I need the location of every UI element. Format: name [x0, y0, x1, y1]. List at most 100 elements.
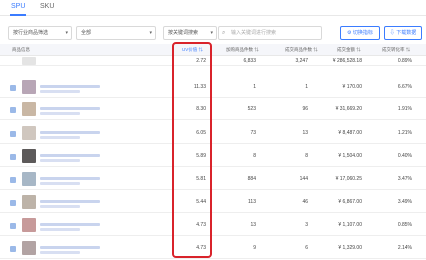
uv-value-highlight-box [172, 42, 212, 258]
conversion-cell: 0.40% [397, 153, 412, 159]
col-product: 商品信息 [12, 47, 30, 52]
active-tab-indicator [10, 14, 26, 16]
switch-metrics-button[interactable]: ⚙ 切换指标 [340, 26, 380, 40]
table-row[interactable]: 6.05 73 13 ¥ 8,487.00 1.21% [0, 122, 426, 144]
col-gmv[interactable]: 成交金额 ⇅ [337, 47, 361, 53]
cart-count-cell: 13 [250, 222, 256, 228]
product-subtitle-redacted [40, 159, 80, 162]
sort-icon: ⇅ [405, 47, 411, 52]
table-row[interactable]: 4.73 9 6 ¥ 1,329.00 2.14% [0, 236, 426, 259]
col-conversion[interactable]: 成交转化率 ⇅ [382, 47, 410, 53]
product-title-redacted [40, 223, 100, 226]
conversion-cell: 6.67% [397, 84, 412, 90]
sold-count-cell: 3 [305, 222, 308, 228]
keyword-mode-select[interactable]: 按关键词搜索 ▾ [163, 26, 217, 40]
industry-filter-label: 按行业商品筛选 [13, 30, 49, 36]
product-thumbnail [22, 126, 36, 140]
product-subtitle-redacted [40, 205, 80, 208]
conversion-cell: 1.21% [397, 130, 412, 136]
row-checkbox[interactable] [10, 223, 16, 229]
product-thumbnail [22, 80, 36, 94]
conversion-cell: 2.14% [397, 245, 412, 251]
product-thumbnail [22, 195, 36, 209]
product-subtitle-redacted [40, 228, 80, 231]
product-subtitle-redacted [40, 90, 80, 93]
keyword-mode-label: 按关键词搜索 [168, 30, 199, 36]
cart-count-cell: 8 [253, 153, 256, 159]
col-cart-count-label: 加购商品件数 [226, 47, 253, 52]
conversion-cell: 3.49% [397, 199, 412, 205]
sold-count-cell: 46 [302, 199, 308, 205]
download-data-label: 下载数据 [396, 30, 417, 36]
row-checkbox[interactable] [10, 131, 16, 137]
sort-icon: ⇅ [356, 47, 361, 52]
search-placeholder: 输入关键词进行搜索 [231, 30, 277, 36]
gmv-cell: ¥ 1,107.00 [338, 222, 362, 228]
cart-count-cell: 9 [253, 245, 256, 251]
product-subtitle-redacted [40, 251, 80, 254]
cart-count-cell: 884 [247, 176, 256, 182]
cart-count-cell: 523 [247, 106, 256, 112]
table-row[interactable]: 8.30 523 96 ¥ 31,669.20 1.91% [0, 98, 426, 120]
product-title-redacted [40, 107, 100, 110]
product-thumbnail [22, 149, 36, 163]
table-row[interactable]: 2.72 6,833 3,247 ¥ 286,528.18 0.89% [0, 56, 426, 66]
product-thumbnail [22, 57, 36, 65]
product-title-redacted [40, 246, 100, 249]
col-cart-count[interactable]: 加购商品件数 ⇅ [226, 47, 259, 53]
cart-count-cell: 73 [250, 130, 256, 136]
product-title-redacted [40, 177, 100, 180]
sold-count-cell: 1 [305, 84, 308, 90]
cart-count-cell: 6,833 [243, 58, 256, 64]
row-checkbox[interactable] [10, 246, 16, 252]
col-sold-count[interactable]: 成交商品件数 ⇅ [285, 47, 318, 53]
gmv-cell: ¥ 1,329.00 [338, 245, 362, 251]
search-input[interactable]: ⌕ 输入关键词进行搜索 [218, 26, 322, 40]
row-checkbox[interactable] [10, 154, 16, 160]
tab-bar: SPU SKU [0, 0, 426, 16]
sold-count-cell: 144 [299, 176, 308, 182]
product-thumbnail [22, 218, 36, 232]
row-checkbox[interactable] [10, 107, 16, 113]
product-subtitle-redacted [40, 112, 80, 115]
gmv-cell: ¥ 6,867.00 [338, 199, 362, 205]
sold-count-cell: 8 [305, 153, 308, 159]
table-row[interactable]: 5.44 113 46 ¥ 6,867.00 3.49% [0, 190, 426, 213]
download-data-button[interactable]: ⇩ 下载数据 [384, 26, 422, 40]
chevron-down-icon: ▾ [210, 30, 213, 36]
row-checkbox[interactable] [10, 85, 16, 91]
table-row[interactable]: 5.81 884 144 ¥ 17,060.25 3.47% [0, 167, 426, 190]
chevron-down-icon: ▾ [65, 30, 68, 36]
row-checkbox[interactable] [10, 177, 16, 183]
sort-icon: ⇅ [254, 47, 259, 52]
chevron-down-icon: ▾ [149, 30, 152, 36]
filter-bar: 按行业商品筛选 ▾ 全部 ▾ 按关键词搜索 ▾ ⌕ 输入关键词进行搜索 ⚙ 切换… [0, 26, 426, 42]
product-thumbnail [22, 241, 36, 255]
tab-sku[interactable]: SKU [40, 3, 54, 10]
table-row[interactable]: 11.33 1 1 ¥ 170.00 6.67% [0, 76, 426, 98]
industry-filter-select[interactable]: 按行业商品筛选 ▾ [8, 26, 72, 40]
gmv-cell: ¥ 1,504.00 [338, 153, 362, 159]
sold-count-cell: 3,247 [295, 58, 308, 64]
conversion-cell: 1.91% [397, 106, 412, 112]
switch-metrics-label: 切换指标 [352, 30, 373, 36]
search-icon: ⌕ [222, 30, 226, 36]
row-checkbox[interactable] [10, 200, 16, 206]
conversion-cell: 0.85% [397, 222, 412, 228]
gmv-cell: ¥ 31,669.20 [335, 106, 362, 112]
table-header: 商品信息 UV价值 ⇅ 加购商品件数 ⇅ 成交商品件数 ⇅ 成交金额 ⇅ 成交转… [0, 44, 426, 56]
product-subtitle-redacted [40, 136, 80, 139]
sort-icon: ⇅ [313, 47, 318, 52]
sold-count-cell: 6 [305, 245, 308, 251]
product-title-redacted [40, 154, 100, 157]
product-thumbnail [22, 102, 36, 116]
col-conversion-label: 成交转化率 [382, 47, 405, 52]
scope-select[interactable]: 全部 ▾ [76, 26, 156, 40]
product-thumbnail [22, 172, 36, 186]
table-row[interactable]: 4.73 13 3 ¥ 1,107.00 0.85% [0, 213, 426, 236]
product-subtitle-redacted [40, 182, 80, 185]
cart-count-cell: 113 [248, 199, 256, 205]
gmv-cell: ¥ 170.00 [342, 84, 362, 90]
tab-spu[interactable]: SPU [11, 3, 25, 10]
table-row[interactable]: 5.89 8 8 ¥ 1,504.00 0.40% [0, 144, 426, 167]
